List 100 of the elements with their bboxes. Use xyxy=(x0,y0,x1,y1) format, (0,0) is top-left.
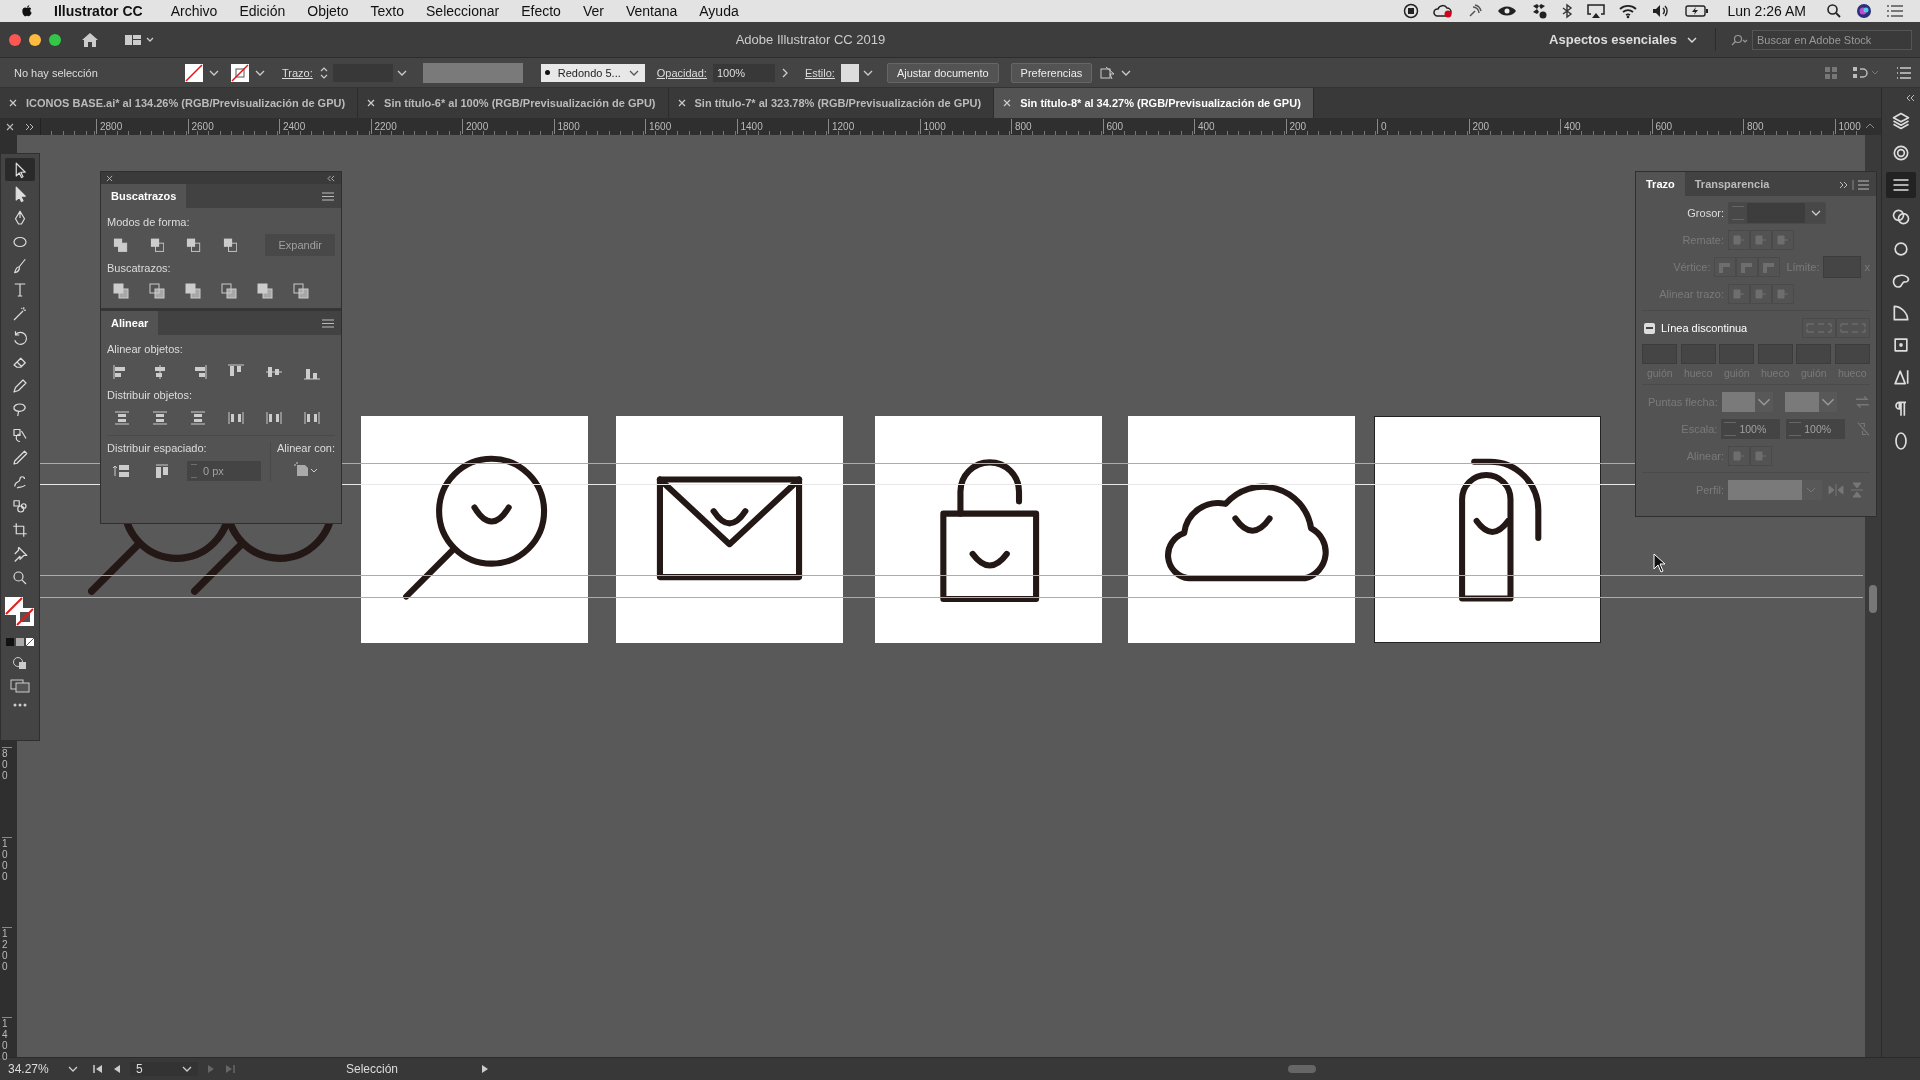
close-icon[interactable] xyxy=(367,99,376,107)
style-swatch[interactable] xyxy=(840,62,875,83)
overlapping-squares-icon[interactable] xyxy=(293,283,309,299)
distribute-bars-icon[interactable] xyxy=(227,410,245,426)
collapse-icon[interactable] xyxy=(1906,94,1916,102)
play-icon[interactable] xyxy=(480,1064,490,1074)
menu-icon[interactable] xyxy=(322,192,334,201)
boxes-icon[interactable] xyxy=(1531,3,1548,19)
overlapping-squares-icon[interactable] xyxy=(149,283,165,299)
opacity-field[interactable]: 100% xyxy=(712,63,775,82)
scroll-thumb[interactable] xyxy=(1869,585,1877,613)
zoom-button[interactable] xyxy=(49,33,61,46)
panel-tab[interactable]: Trazo xyxy=(1636,172,1685,196)
workspace-switcher[interactable]: Aspectos esenciales xyxy=(1549,28,1716,51)
minimize-button[interactable] xyxy=(29,33,41,46)
panel-title[interactable]: Alinear xyxy=(101,311,159,335)
overlapping-squares-icon[interactable] xyxy=(149,237,165,253)
panel-tab[interactable]: Transparencia xyxy=(1684,172,1780,196)
artboard[interactable] xyxy=(616,416,843,643)
list-icon[interactable] xyxy=(1896,65,1912,80)
current-tool-label[interactable]: Selección xyxy=(272,1062,472,1076)
tool-button[interactable] xyxy=(5,158,35,181)
menu-item[interactable]: Efecto xyxy=(521,3,561,19)
airplay-icon[interactable] xyxy=(1587,3,1606,19)
chevron-down-icon[interactable] xyxy=(628,68,639,77)
overlapping-squares-icon[interactable] xyxy=(257,283,273,299)
satellite-icon[interactable] xyxy=(1467,3,1484,19)
menu-item[interactable]: Archivo xyxy=(170,3,218,19)
spacing-icon[interactable] xyxy=(153,463,171,479)
cloud-icon[interactable] xyxy=(1433,3,1454,19)
artboard[interactable] xyxy=(1128,416,1355,643)
overlapping-squares-icon[interactable] xyxy=(185,283,201,299)
app-menu[interactable]: Illustrator CC xyxy=(54,3,143,19)
distribute-bars-icon[interactable] xyxy=(113,410,131,426)
scroll-up-icon[interactable] xyxy=(1865,122,1875,130)
overlapping-squares-icon[interactable] xyxy=(221,283,237,299)
align-to-dropdown-icon[interactable] xyxy=(292,462,319,478)
expand-icon[interactable] xyxy=(1839,180,1869,190)
close-icon[interactable] xyxy=(106,174,113,182)
record-icon[interactable] xyxy=(1403,3,1420,19)
stroke-weight-field[interactable] xyxy=(1728,202,1826,224)
search-icon[interactable] xyxy=(1826,3,1842,19)
artboard[interactable] xyxy=(1374,416,1601,643)
more-icon[interactable] xyxy=(12,702,28,708)
menu-item[interactable]: Ver xyxy=(582,3,604,19)
zoom-field[interactable]: 34.27% xyxy=(4,1062,84,1076)
menu-item[interactable]: Seleccionar xyxy=(426,3,500,19)
close-icon[interactable] xyxy=(1003,99,1012,107)
orb-icon[interactable] xyxy=(1856,3,1872,19)
menu-item[interactable]: Objeto xyxy=(307,3,349,19)
chevron-right-icon[interactable] xyxy=(780,66,789,79)
stock-search-field[interactable]: Buscar en Adobe Stock xyxy=(1752,29,1912,50)
stroke-weight-field[interactable] xyxy=(318,62,407,83)
clock[interactable]: Lun 2:26 AM xyxy=(1727,3,1806,19)
artboard[interactable] xyxy=(875,416,1102,643)
control-button[interactable]: Preferencias xyxy=(1010,62,1093,83)
control-button[interactable]: Ajustar documento xyxy=(886,62,999,83)
close-icon[interactable] xyxy=(9,99,17,107)
home-icon[interactable] xyxy=(81,31,99,48)
list-icon[interactable] xyxy=(1886,3,1904,19)
first-artboard-icon[interactable] xyxy=(92,1064,104,1074)
scroll-thumb[interactable] xyxy=(1288,1065,1316,1073)
spacing-icon[interactable] xyxy=(113,463,131,479)
distribute-bars-icon[interactable] xyxy=(303,410,321,426)
align-bars-icon[interactable] xyxy=(265,364,283,380)
menu-item[interactable]: Texto xyxy=(370,3,404,19)
close-icon[interactable] xyxy=(677,99,686,107)
bluetooth-icon[interactable] xyxy=(1561,3,1574,19)
apple-icon[interactable] xyxy=(20,3,34,19)
dock-button[interactable] xyxy=(1886,172,1916,198)
brush-dropdown[interactable]: Redondo 5... xyxy=(540,63,645,82)
menu-item[interactable]: Edición xyxy=(239,3,286,19)
previous-artboard-icon[interactable] xyxy=(112,1064,122,1074)
overlapping-squares-icon[interactable] xyxy=(113,283,129,299)
distribute-bars-icon[interactable] xyxy=(151,410,169,426)
overlapping-squares-icon[interactable] xyxy=(113,237,128,253)
overlapping-squares-icon[interactable] xyxy=(222,237,238,253)
distribute-bars-icon[interactable] xyxy=(189,410,207,426)
menu-icon[interactable] xyxy=(322,319,334,328)
fill-stroke-swatches[interactable] xyxy=(4,596,36,628)
battery-icon[interactable] xyxy=(1685,3,1710,19)
wifi-icon[interactable] xyxy=(1619,3,1638,19)
checkbox[interactable] xyxy=(1644,322,1655,334)
close-icon[interactable] xyxy=(5,122,14,131)
collapse-icon[interactable] xyxy=(327,174,336,182)
document-tab[interactable]: Sin título-8* al 34.27% (RGB/Previsualización de GPU) xyxy=(994,88,1314,118)
workspace-layout-icon[interactable] xyxy=(125,33,155,46)
draw-mode-icon[interactable] xyxy=(12,656,28,670)
menu-item[interactable]: Ventana xyxy=(625,3,678,19)
type-tool-icon xyxy=(14,282,26,297)
panel-tab[interactable]: Buscatrazos xyxy=(101,184,187,208)
screen-mode-icon[interactable] xyxy=(10,679,30,693)
artboard[interactable] xyxy=(361,416,588,643)
expand-icon[interactable] xyxy=(24,122,35,131)
menu-item[interactable]: Ayuda xyxy=(699,3,739,19)
overlapping-squares-icon[interactable] xyxy=(186,237,201,253)
artboard-number-field[interactable]: 5 xyxy=(130,1062,198,1076)
distribute-bars-icon[interactable] xyxy=(265,410,283,426)
close-button[interactable] xyxy=(9,33,21,46)
color-mode-icon[interactable] xyxy=(6,637,34,647)
